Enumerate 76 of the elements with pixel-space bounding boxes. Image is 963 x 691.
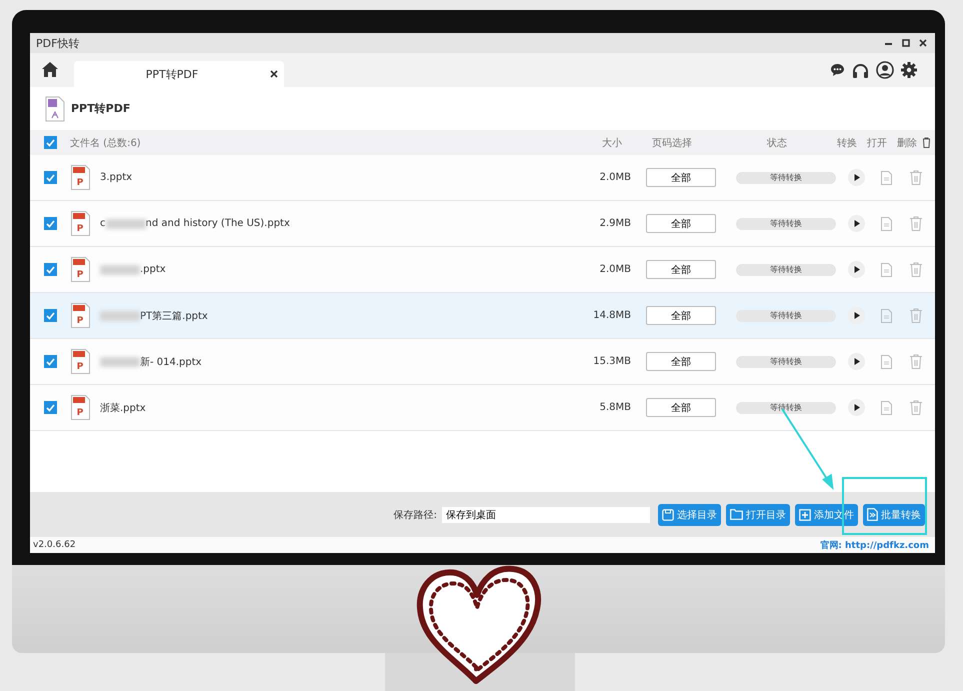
file-size: 2.9MB	[598, 218, 631, 229]
document-icon[interactable]	[880, 354, 892, 368]
column-header: 打开	[866, 136, 888, 150]
column-header: 大小	[601, 136, 622, 150]
ppt-file-icon: P	[71, 395, 90, 420]
file-name: .pptx	[140, 264, 166, 275]
save-path-label: 保存路径:	[394, 508, 437, 522]
chat-bubble-icon[interactable]	[830, 63, 845, 77]
status-pill: 等待转换	[736, 264, 836, 276]
close-icon[interactable]	[270, 70, 278, 78]
play-icon[interactable]	[848, 399, 864, 416]
headphones-icon[interactable]	[852, 62, 869, 78]
tab[interactable]: PPT转PDF	[74, 61, 284, 87]
document-icon[interactable]	[880, 400, 892, 414]
play-icon[interactable]	[848, 307, 864, 324]
file-name: c	[100, 218, 106, 229]
file-size: 15.3MB	[592, 356, 631, 367]
file-size: 5.8MB	[598, 402, 631, 413]
column-header: 文件名 (总数:6)	[70, 136, 142, 150]
file-size: 14.8MB	[592, 310, 631, 321]
settings-icon[interactable]	[901, 62, 917, 78]
page-range-button[interactable]: 全部	[646, 168, 716, 187]
row-checkbox[interactable]	[44, 309, 57, 322]
page-range-button[interactable]: 全部	[646, 260, 716, 279]
home-icon[interactable]	[42, 62, 58, 77]
ppt-file-icon: P	[71, 165, 90, 190]
ppt-file-icon: P	[71, 303, 90, 328]
select-all-checkbox[interactable]	[44, 136, 57, 149]
page-title: PPT转PDF	[71, 101, 130, 116]
website-link[interactable]: 官网: http://pdfkz.com	[820, 538, 929, 552]
ppt-file-icon: P	[71, 211, 90, 236]
file-name: 浙菜.pptx	[100, 402, 146, 414]
page-range-button[interactable]: 全部	[646, 398, 716, 417]
file-name: PT第三篇.pptx	[140, 310, 208, 322]
plus-icon	[799, 508, 811, 520]
file-name: nd and history (The US).pptx	[146, 218, 290, 229]
column-header: 删除	[896, 136, 918, 150]
ppt-file-icon: P	[71, 349, 90, 374]
page-range-button[interactable]: 全部	[646, 352, 716, 371]
column-header: 转换	[836, 136, 858, 150]
row-checkbox[interactable]	[44, 263, 57, 276]
file-row[interactable]: P PT第三篇.pptx 14.8MB 全部 等待转换	[30, 293, 935, 339]
document-icon[interactable]	[880, 216, 892, 230]
page-range-button[interactable]: 全部	[646, 306, 716, 325]
maximize-icon[interactable]	[902, 39, 910, 47]
folder-icon	[730, 509, 743, 520]
row-checkbox[interactable]	[44, 171, 57, 184]
play-icon[interactable]	[848, 215, 864, 232]
version-text: v2.0.6.62	[33, 540, 76, 550]
status-pill: 等待转换	[736, 310, 836, 322]
ppt-to-pdf-icon	[45, 96, 65, 122]
column-header: 状态	[766, 136, 788, 150]
status-pill: 等待转换	[736, 172, 836, 184]
play-icon[interactable]	[848, 353, 864, 370]
file-name: 新- 014.pptx	[140, 356, 202, 368]
row-checkbox[interactable]	[44, 355, 57, 368]
convert-file-icon	[867, 508, 878, 521]
column-header: 页码选择	[651, 136, 693, 150]
status-pill: 等待转换	[736, 356, 836, 368]
file-size: 2.0MB	[598, 264, 631, 275]
trash-icon[interactable]	[922, 137, 931, 148]
file-name: 3.pptx	[100, 172, 132, 183]
document-icon[interactable]	[880, 262, 892, 276]
close-icon[interactable]	[919, 39, 927, 47]
document-icon[interactable]	[880, 170, 892, 184]
file-size: 2.0MB	[598, 172, 631, 183]
page-range-button[interactable]: 全部	[646, 214, 716, 233]
save-path-field[interactable]: 保存到桌面	[442, 506, 650, 522]
play-icon[interactable]	[848, 261, 864, 278]
ppt-file-icon: P	[71, 257, 90, 282]
play-icon[interactable]	[848, 169, 864, 186]
user-icon[interactable]	[876, 61, 894, 79]
row-checkbox[interactable]	[44, 401, 57, 414]
status-pill: 等待转换	[736, 218, 836, 230]
window-title: PDF快转	[36, 36, 80, 50]
row-checkbox[interactable]	[44, 217, 57, 230]
